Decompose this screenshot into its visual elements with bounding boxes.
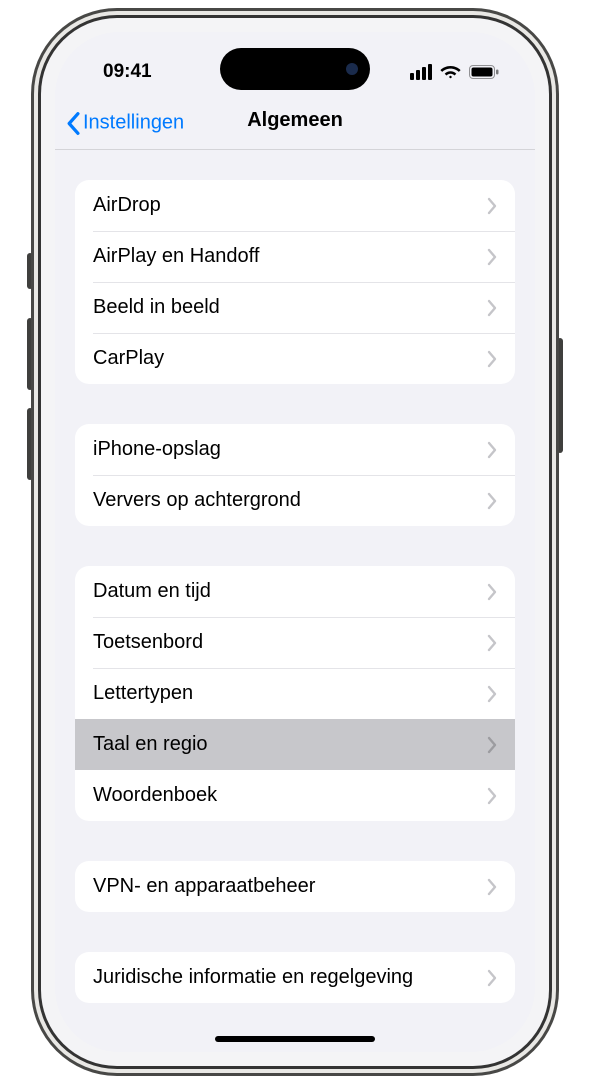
row-vpn-device-management[interactable]: VPN- en apparaatbeheer bbox=[75, 861, 515, 912]
chevron-right-icon bbox=[487, 583, 497, 601]
back-button[interactable]: Instellingen bbox=[65, 111, 184, 135]
row-iphone-storage[interactable]: iPhone-opslag bbox=[75, 424, 515, 475]
row-label: Lettertypen bbox=[93, 682, 487, 705]
chevron-left-icon bbox=[65, 111, 81, 135]
row-label: Toetsenbord bbox=[93, 631, 487, 654]
settings-group: iPhone-opslag Ververs op achtergrond bbox=[75, 424, 515, 526]
row-airplay-handoff[interactable]: AirPlay en Handoff bbox=[75, 231, 515, 282]
chevron-right-icon bbox=[487, 634, 497, 652]
chevron-right-icon bbox=[487, 878, 497, 896]
wifi-icon bbox=[440, 64, 461, 80]
row-background-refresh[interactable]: Ververs op achtergrond bbox=[75, 475, 515, 526]
row-dictionary[interactable]: Woordenboek bbox=[75, 770, 515, 821]
chevron-right-icon bbox=[487, 299, 497, 317]
chevron-right-icon bbox=[487, 492, 497, 510]
iphone-device-frame: 09:41 bbox=[41, 18, 549, 1066]
chevron-right-icon bbox=[487, 736, 497, 754]
chevron-right-icon bbox=[487, 787, 497, 805]
row-legal-regulatory[interactable]: Juridische informatie en regelgeving bbox=[75, 952, 515, 1003]
settings-group: Datum en tijd Toetsenbord Lettertypen Taal … bbox=[75, 566, 515, 821]
chevron-right-icon bbox=[487, 197, 497, 215]
status-indicators bbox=[410, 64, 499, 80]
nav-bar: Instellingen Algemeen bbox=[55, 98, 535, 150]
settings-group: Juridische informatie en regelgeving bbox=[75, 952, 515, 1003]
home-indicator bbox=[215, 1036, 375, 1042]
row-keyboard[interactable]: Toetsenbord bbox=[75, 617, 515, 668]
dynamic-island bbox=[220, 48, 370, 90]
back-label: Instellingen bbox=[83, 112, 184, 135]
screen: 09:41 bbox=[55, 32, 535, 1052]
row-label: Woordenboek bbox=[93, 784, 487, 807]
row-label: Juridische informatie en regelgeving bbox=[93, 966, 487, 989]
row-label: Beeld in beeld bbox=[93, 296, 487, 319]
row-picture-in-picture[interactable]: Beeld in beeld bbox=[75, 282, 515, 333]
settings-group: AirDrop AirPlay en Handoff Beeld in beeld C… bbox=[75, 180, 515, 384]
row-date-time[interactable]: Datum en tijd bbox=[75, 566, 515, 617]
settings-group: VPN- en apparaatbeheer bbox=[75, 861, 515, 912]
row-fonts[interactable]: Lettertypen bbox=[75, 668, 515, 719]
row-label: Datum en tijd bbox=[93, 580, 487, 603]
chevron-right-icon bbox=[487, 969, 497, 987]
row-label: Ververs op achtergrond bbox=[93, 489, 487, 512]
row-label: AirPlay en Handoff bbox=[93, 245, 487, 268]
chevron-right-icon bbox=[487, 441, 497, 459]
battery-icon bbox=[469, 65, 499, 79]
row-carplay[interactable]: CarPlay bbox=[75, 333, 515, 384]
row-label: VPN- en apparaatbeheer bbox=[93, 875, 487, 898]
chevron-right-icon bbox=[487, 248, 497, 266]
row-airdrop[interactable]: AirDrop bbox=[75, 180, 515, 231]
page-title: Algemeen bbox=[247, 109, 343, 132]
chevron-right-icon bbox=[487, 685, 497, 703]
cellular-signal-icon bbox=[410, 64, 432, 80]
chevron-right-icon bbox=[487, 350, 497, 368]
row-language-region[interactable]: Taal en regio bbox=[75, 719, 515, 770]
row-label: Taal en regio bbox=[93, 733, 487, 756]
row-label: iPhone-opslag bbox=[93, 438, 487, 461]
status-time: 09:41 bbox=[103, 61, 152, 83]
settings-content: AirDrop AirPlay en Handoff Beeld in beeld C… bbox=[55, 150, 535, 1052]
row-label: AirDrop bbox=[93, 194, 487, 217]
row-label: CarPlay bbox=[93, 347, 487, 370]
